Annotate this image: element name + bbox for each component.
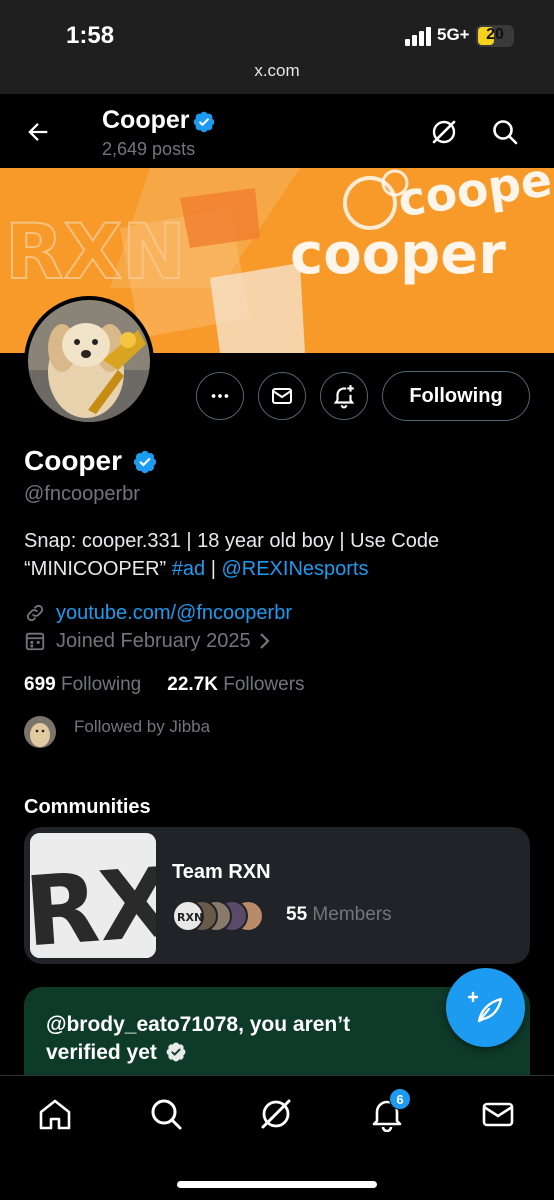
notifications-badge: 6 <box>389 1088 411 1110</box>
verification-prompt-text: @brody_eato71078, you aren’t verified ye… <box>46 1013 351 1064</box>
post-count: 2,649 posts <box>102 139 196 159</box>
avatar-photo <box>28 300 150 422</box>
address-bar-url[interactable]: x.com <box>0 61 554 81</box>
followed-by-row[interactable]: Followed by Jibba <box>24 716 210 748</box>
compose-feather-icon <box>467 991 502 1022</box>
svg-text:RXN: RXN <box>177 911 203 924</box>
network-type: 5G+ <box>437 25 470 44</box>
following-button[interactable]: Following <box>382 371 530 421</box>
system-status-bar: 1:58 5G+ 20 x.com <box>0 0 554 94</box>
profile-handle: @fncooperbr <box>24 483 140 505</box>
banner-title: cooper <box>290 222 506 287</box>
bio-separator: | <box>205 558 222 580</box>
following-stat[interactable]: 699 Following <box>24 674 141 695</box>
search-icon[interactable] <box>491 118 519 146</box>
bell-plus-icon <box>333 385 355 409</box>
bio-mention-link[interactable]: @REXINesports <box>221 558 368 580</box>
banner-watermark: RXN <box>5 207 186 296</box>
profile-joined-row[interactable]: Joined February 2025 <box>24 628 273 654</box>
svg-text:RXN: RXN <box>30 841 156 958</box>
profile-joined-date: Joined February 2025 <box>56 629 251 652</box>
profile-name: Cooper <box>24 445 122 476</box>
verified-badge-icon <box>193 111 215 133</box>
link-icon <box>26 604 44 622</box>
bio-hashtag-link[interactable]: #ad <box>172 558 205 580</box>
chevron-right-icon <box>259 633 270 649</box>
profile-bio: Snap: cooper.331 | 18 year old boy | Use… <box>24 527 504 583</box>
communities-heading: Communities <box>24 796 151 818</box>
verified-badge-icon <box>133 450 157 474</box>
more-options-button[interactable] <box>196 372 244 420</box>
battery-level: 20 <box>486 26 504 43</box>
grok-icon[interactable] <box>258 1096 294 1132</box>
profile-website-link[interactable]: youtube.com/@fncooperbr <box>56 602 292 625</box>
grok-icon[interactable] <box>430 118 458 146</box>
profile-website-row: youtube.com/@fncooperbr <box>24 600 292 626</box>
more-dots-icon <box>211 394 229 398</box>
profile-header: Cooper 2,649 posts <box>0 94 554 168</box>
message-button[interactable] <box>258 372 306 420</box>
messages-icon[interactable] <box>480 1096 516 1132</box>
signal-icon <box>405 27 431 46</box>
home-icon[interactable] <box>37 1096 73 1132</box>
profile-stats: 699 Following 22.7K Followers <box>24 674 305 696</box>
followed-by-text: Followed by Jibba <box>74 717 211 736</box>
community-name: Team RXN <box>172 861 271 883</box>
search-icon[interactable] <box>148 1096 184 1132</box>
follower-avatar <box>24 716 56 748</box>
notify-button[interactable] <box>320 372 368 420</box>
back-arrow-icon[interactable] <box>24 118 52 146</box>
home-indicator <box>177 1181 377 1188</box>
compose-post-button[interactable] <box>446 968 525 1047</box>
profile-avatar[interactable] <box>24 296 154 426</box>
community-member-count: 55 Members <box>286 904 392 925</box>
status-time: 1:58 <box>66 22 115 49</box>
community-card[interactable]: RXN Team RXN RXN 55 Members <box>24 827 530 964</box>
calendar-icon <box>25 632 45 651</box>
community-member-avatars: RXN <box>172 900 264 932</box>
header-name: Cooper <box>102 106 190 134</box>
battery-indicator: 20 <box>476 25 514 47</box>
followers-stat[interactable]: 22.7K Followers <box>167 674 304 695</box>
community-image: RXN <box>30 833 156 958</box>
envelope-icon <box>272 388 292 404</box>
verified-badge-icon <box>166 1042 186 1062</box>
